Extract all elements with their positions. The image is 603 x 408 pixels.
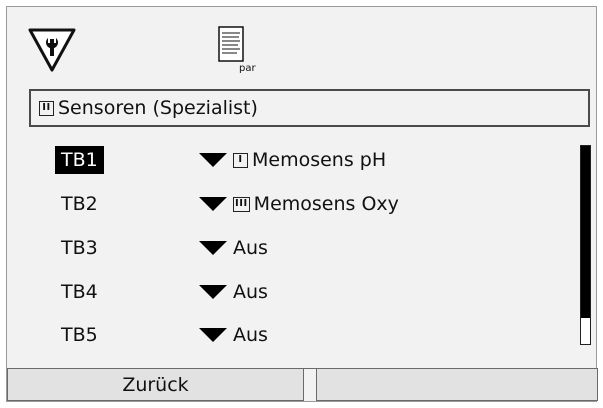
row-label-tb2[interactable]: TB2 (55, 190, 104, 218)
dropdown-triangle-icon (199, 153, 227, 167)
sensor-value: Aus (233, 281, 268, 303)
sensor-select-tb5[interactable]: Aus (199, 321, 268, 349)
dropdown-triangle-icon (199, 285, 227, 299)
sensor-select-tb2[interactable]: III Memosens Oxy (199, 190, 399, 218)
sensor-value: Aus (233, 237, 268, 259)
row-label-tb1[interactable]: TB1 (55, 146, 104, 174)
sensor-value: Memosens pH (252, 149, 387, 171)
dropdown-triangle-icon (199, 197, 227, 211)
scrollbar[interactable] (580, 145, 591, 345)
back-button[interactable]: Zurück (7, 368, 304, 401)
row-label-tb4[interactable]: TB4 (55, 278, 104, 306)
scrollbar-thumb[interactable] (581, 146, 590, 318)
level-indicator: II (39, 100, 54, 116)
list-item[interactable]: TB2 III Memosens Oxy (7, 189, 567, 219)
sensor-value: Aus (233, 324, 268, 346)
sensor-select-tb4[interactable]: Aus (199, 278, 268, 306)
right-softkey-button[interactable] (316, 368, 598, 401)
wrench-triangle-icon (27, 27, 77, 73)
dropdown-triangle-icon (199, 241, 227, 255)
softkey-bar: Zurück (7, 362, 598, 401)
row-label-tb3[interactable]: TB3 (55, 234, 104, 262)
dropdown-triangle-icon (199, 328, 227, 342)
sensor-select-tb3[interactable]: Aus (199, 234, 268, 262)
channel-indicator: I (233, 152, 248, 168)
row-label-tb5[interactable]: TB5 (55, 321, 104, 349)
sensor-value: Memosens Oxy (253, 193, 399, 215)
list-item[interactable]: TB5 Aus (7, 320, 567, 350)
sensor-select-tb1[interactable]: I Memosens pH (199, 146, 386, 174)
channel-indicator: III (233, 196, 250, 212)
parameter-document-icon: par (217, 25, 261, 75)
menu-path-header: II Sensoren (Spezialist) (29, 89, 590, 127)
page-title: Sensoren (Spezialist) (58, 97, 258, 119)
param-icon-label: par (239, 63, 256, 74)
list-item[interactable]: TB3 Aus (7, 233, 567, 263)
device-display: par II Sensoren (Spezialist) TB1 I Memos… (6, 6, 598, 402)
softkey-divider (304, 368, 316, 401)
list-item[interactable]: TB4 Aus (7, 277, 567, 307)
list-item[interactable]: TB1 I Memosens pH (7, 145, 567, 175)
